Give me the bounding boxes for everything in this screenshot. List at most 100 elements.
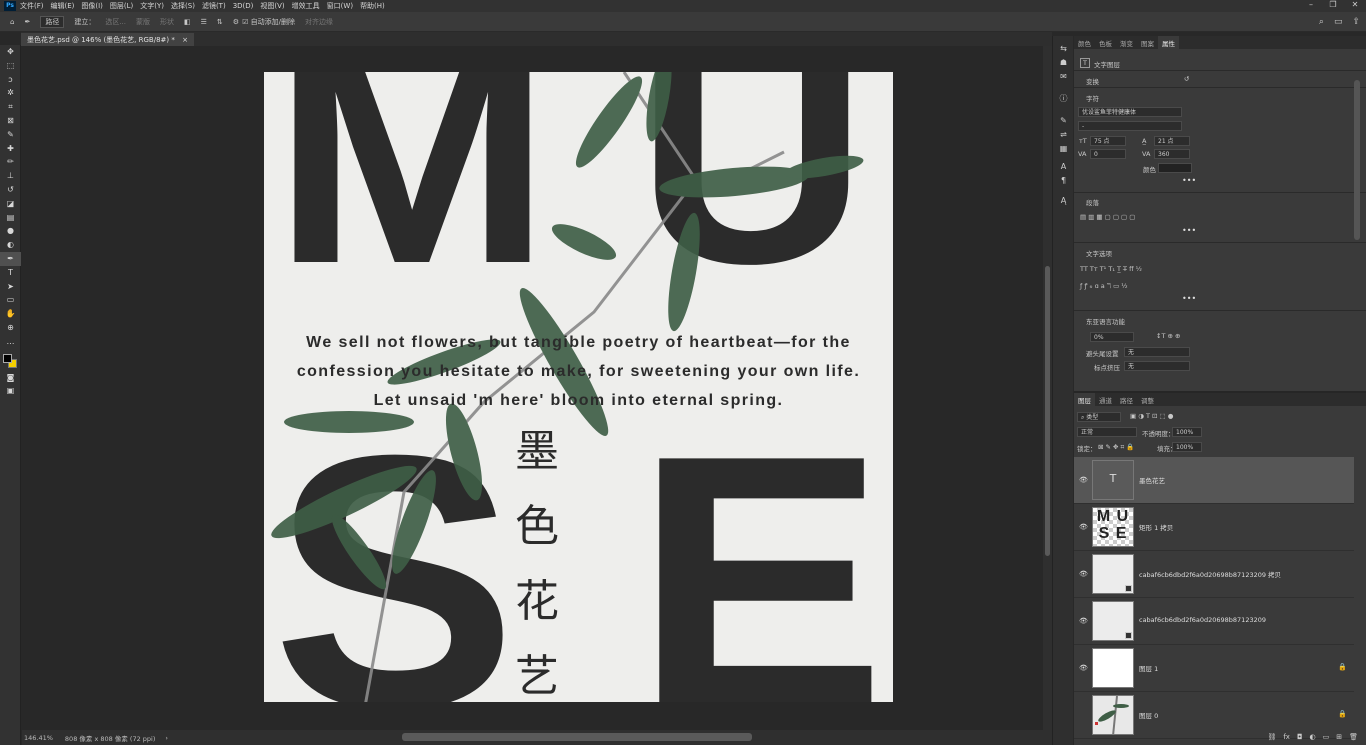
minimize-button[interactable]: – bbox=[1300, 0, 1322, 9]
add-mask-icon[interactable]: ◘ bbox=[1297, 733, 1303, 741]
adjust-sliders-icon[interactable]: ⇌ bbox=[1053, 128, 1074, 142]
mojikumi-select[interactable]: 无 bbox=[1124, 347, 1190, 357]
layer-name[interactable]: 图层 1 bbox=[1139, 663, 1158, 673]
menu-view[interactable]: 视图(V) bbox=[260, 1, 284, 11]
layer-row[interactable]: 👁 cabaf6cb6dbd2f6a0d20698b87123209 拷贝 bbox=[1074, 551, 1354, 598]
paragraph-more-button[interactable]: ••• bbox=[1182, 226, 1196, 235]
path-alignment-icon[interactable]: ☰ bbox=[201, 18, 207, 26]
kumi-select[interactable]: 无 bbox=[1124, 361, 1190, 371]
info-icon[interactable]: ⓘ bbox=[1053, 92, 1074, 106]
tab-gradients[interactable]: 渐变 bbox=[1116, 36, 1137, 49]
more-tools-icon[interactable]: … bbox=[0, 335, 21, 349]
screen-mode-icon[interactable]: ▣ bbox=[0, 384, 21, 398]
document-tab[interactable]: 墨色花艺.psd @ 146% (墨色花艺, RGB/8#) * × bbox=[21, 33, 194, 46]
auto-add-delete-checkbox[interactable]: ☑ 自动添加/删除 bbox=[242, 17, 295, 27]
layer-name[interactable]: 墨色花艺 bbox=[1139, 475, 1165, 485]
vertical-text-icons[interactable]: ↕T ⊕ ⊕ bbox=[1156, 332, 1180, 340]
eyedropper-tool-icon[interactable]: ✎ bbox=[0, 128, 21, 142]
tsume-field[interactable]: 0% bbox=[1090, 332, 1134, 342]
history-icon[interactable]: ⇆ bbox=[1053, 42, 1074, 56]
marquee-tool-icon[interactable]: ⬚ bbox=[0, 59, 21, 73]
layer-lock-icon[interactable]: 🔒 bbox=[1338, 710, 1347, 718]
link-layers-icon[interactable]: ⛓ bbox=[1267, 733, 1276, 741]
tab-channels[interactable]: 通道 bbox=[1095, 393, 1116, 406]
tab-color[interactable]: 颜色 bbox=[1074, 36, 1095, 49]
visibility-eye-icon[interactable]: 👁 bbox=[1079, 664, 1088, 672]
pen-tool-icon[interactable]: ✒ bbox=[24, 18, 30, 26]
brush-tool-icon[interactable]: ✏ bbox=[0, 155, 21, 169]
text-color-swatch[interactable] bbox=[1158, 163, 1192, 173]
menu-window[interactable]: 窗口(W) bbox=[327, 1, 353, 11]
menu-file[interactable]: 文件(F) bbox=[20, 1, 44, 11]
make-mask-button[interactable]: 蒙版 bbox=[136, 17, 150, 27]
transform-section[interactable]: 变换 bbox=[1086, 76, 1099, 86]
visibility-eye-icon[interactable]: 👁 bbox=[1079, 570, 1088, 578]
move-tool-icon[interactable]: ✥ bbox=[0, 45, 21, 59]
pen-tool-icon[interactable]: ✒ bbox=[0, 251, 21, 266]
layer-name[interactable]: 矩形 1 拷贝 bbox=[1139, 522, 1173, 532]
lock-icons[interactable]: ⊠ ✎ ✥ ⌗ 🔒 bbox=[1098, 443, 1134, 452]
layer-filter-select[interactable]: ⌕ 类型 bbox=[1077, 412, 1121, 422]
type-tool-icon[interactable]: T bbox=[0, 266, 21, 280]
workspace-icon[interactable]: ▭ bbox=[1334, 17, 1343, 27]
document-tab-close-icon[interactable]: × bbox=[182, 36, 188, 44]
tab-properties[interactable]: 属性 bbox=[1158, 36, 1179, 49]
stamp-tool-icon[interactable]: ⊥ bbox=[0, 169, 21, 183]
font-style-select[interactable]: - bbox=[1078, 121, 1182, 131]
menu-help[interactable]: 帮助(H) bbox=[360, 1, 385, 11]
character-more-button[interactable]: ••• bbox=[1182, 176, 1196, 185]
text-style-icons[interactable]: TT Tт T¹ T₁ T̲ T̶ ff ½ bbox=[1080, 265, 1142, 273]
paragraph-align-icons[interactable]: ▤ ▥ ▦ ▢ ▢ ▢ ▢ bbox=[1080, 213, 1135, 221]
paragraph-icon[interactable]: ¶ bbox=[1053, 174, 1074, 188]
clone-source-icon[interactable]: ▦ bbox=[1053, 142, 1074, 156]
path-select-tool-icon[interactable]: ➤ bbox=[0, 280, 21, 294]
visibility-eye-icon[interactable]: 👁 bbox=[1079, 523, 1088, 531]
close-window-button[interactable]: ✕ bbox=[1344, 0, 1366, 9]
path-arrangement-icon[interactable]: ⇅ bbox=[217, 18, 223, 26]
text-options-section[interactable]: 文字选项 bbox=[1086, 248, 1112, 258]
visibility-eye-icon[interactable]: 👁 bbox=[1079, 476, 1088, 484]
path-operations-icon[interactable]: ◧ bbox=[184, 18, 191, 26]
zoom-tool-icon[interactable]: ⊕ bbox=[0, 321, 21, 335]
history-brush-tool-icon[interactable]: ↺ bbox=[0, 183, 21, 197]
menu-type[interactable]: 文字(Y) bbox=[140, 1, 164, 11]
layer-row[interactable]: 👁 M U S E 矩形 1 拷贝 bbox=[1074, 504, 1354, 551]
visibility-eye-icon[interactable]: 👁 bbox=[1079, 617, 1088, 625]
shape-tool-icon[interactable]: ▭ bbox=[0, 293, 21, 307]
menu-plugins[interactable]: 增效工具 bbox=[292, 1, 320, 11]
adjustment-layer-icon[interactable]: ◐ bbox=[1310, 733, 1316, 741]
align-edges-checkbox[interactable]: 对齐边缘 bbox=[305, 17, 333, 27]
blend-mode-select[interactable]: 正常 bbox=[1077, 427, 1137, 437]
layer-lock-icon[interactable]: 🔒 bbox=[1338, 663, 1347, 671]
magic-wand-tool-icon[interactable]: ✲ bbox=[0, 86, 21, 100]
font-size-field[interactable]: 75 点 bbox=[1090, 136, 1126, 146]
layer-filter-icons[interactable]: ▣ ◑ T ⊡ ⬚ ● bbox=[1130, 412, 1173, 420]
menu-select[interactable]: 选择(S) bbox=[171, 1, 195, 11]
blur-tool-icon[interactable]: ● bbox=[0, 224, 21, 238]
tab-swatches[interactable]: 色板 bbox=[1095, 36, 1116, 49]
eraser-tool-icon[interactable]: ◪ bbox=[0, 197, 21, 211]
canvas-horizontal-scrollbar[interactable] bbox=[402, 733, 752, 741]
new-layer-icon[interactable]: ⊞ bbox=[1336, 733, 1342, 741]
frame-tool-icon[interactable]: ⊠ bbox=[0, 114, 21, 128]
settings-gear-icon[interactable]: ⚙ bbox=[233, 18, 239, 26]
healing-tool-icon[interactable]: ✚ bbox=[0, 142, 21, 156]
delete-layer-icon[interactable]: 🗑 bbox=[1349, 733, 1358, 741]
canvas-vertical-scrollbar[interactable] bbox=[1043, 46, 1052, 730]
new-group-icon[interactable]: ▭ bbox=[1323, 733, 1330, 741]
search-icon[interactable]: ⌕ bbox=[1319, 17, 1324, 27]
transform-reset-icon[interactable]: ↺ bbox=[1184, 75, 1189, 83]
menu-image[interactable]: 图像(I) bbox=[81, 1, 103, 11]
layer-name[interactable]: cabaf6cb6dbd2f6a0d20698b87123209 拷贝 bbox=[1139, 569, 1281, 579]
tab-paths[interactable]: 路径 bbox=[1116, 393, 1137, 406]
dodge-tool-icon[interactable]: ◐ bbox=[0, 238, 21, 252]
properties-scrollbar[interactable] bbox=[1354, 80, 1360, 240]
menu-edit[interactable]: 编辑(E) bbox=[51, 1, 75, 11]
gradient-tool-icon[interactable]: ▤ bbox=[0, 211, 21, 225]
opacity-field[interactable]: 100% bbox=[1172, 427, 1202, 437]
menu-layer[interactable]: 图层(L) bbox=[110, 1, 133, 11]
brush-settings-icon[interactable]: ☗ bbox=[1053, 56, 1074, 70]
fx-icon[interactable]: fx bbox=[1283, 733, 1290, 741]
artboard[interactable]: M U S E We sell not flowers, but tangibl… bbox=[264, 72, 893, 702]
menu-3d[interactable]: 3D(D) bbox=[233, 2, 254, 10]
